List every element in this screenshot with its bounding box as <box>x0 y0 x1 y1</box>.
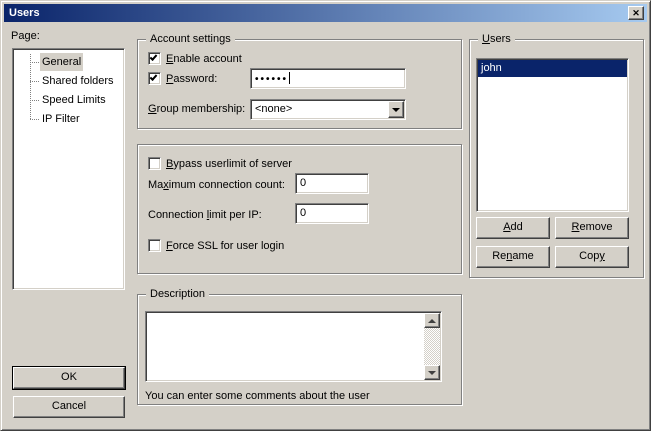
account-settings-title: Account settings <box>146 33 235 46</box>
users-dialog: Users ✕ Page: General Shared folders Spe… <box>0 0 651 431</box>
max-connections-label: Maximum connection count: <box>148 179 285 192</box>
tree-item-label: Shared folders <box>40 72 116 90</box>
tree-item-shared-folders[interactable]: Shared folders <box>13 72 124 91</box>
force-ssl-checkbox[interactable] <box>148 239 161 252</box>
password-label: Password: <box>166 73 217 86</box>
scroll-track[interactable] <box>424 328 440 365</box>
user-name: john <box>481 62 502 74</box>
description-textarea[interactable] <box>145 311 442 382</box>
close-button[interactable]: ✕ <box>628 6 644 20</box>
scroll-up-button[interactable] <box>424 313 440 328</box>
description-title: Description <box>146 288 209 301</box>
tree-item-ip-filter[interactable]: IP Filter <box>13 110 124 129</box>
password-dots: •••••• <box>255 74 288 85</box>
enable-account-label: Enable account <box>166 53 242 66</box>
page-tree: General Shared folders Speed Limits IP F… <box>12 48 125 290</box>
description-hint: You can enter some comments about the us… <box>145 390 370 403</box>
max-connections-value: 0 <box>300 177 306 189</box>
description-scrollbar[interactable] <box>424 313 440 380</box>
arrow-up-icon <box>428 319 436 323</box>
checkmark-icon <box>150 53 158 61</box>
tree-item-label: IP Filter <box>40 110 82 128</box>
list-item-user[interactable]: john <box>478 60 627 77</box>
arrow-down-icon <box>428 371 436 375</box>
tree-item-general[interactable]: General <box>13 53 124 72</box>
users-title: Users <box>478 33 515 46</box>
title-bar[interactable]: Users ✕ <box>4 4 647 22</box>
tree-item-label: Speed Limits <box>40 91 108 109</box>
description-group: Description You can enter some comments … <box>137 294 462 405</box>
dropdown-button[interactable] <box>388 101 404 118</box>
max-connections-input[interactable]: 0 <box>295 173 369 194</box>
password-checkbox[interactable] <box>148 72 161 85</box>
cancel-button[interactable]: Cancel <box>13 396 125 418</box>
tree-item-speed-limits[interactable]: Speed Limits <box>13 91 124 110</box>
tree-item-label: General <box>40 53 83 71</box>
scroll-down-button[interactable] <box>424 365 440 380</box>
limits-group: Bypass userlimit of server Maximum conne… <box>137 144 462 274</box>
page-label: Page: <box>11 30 40 43</box>
rename-button[interactable]: Rename <box>476 246 550 268</box>
users-group: Users john Add Remove Rename Copy <box>469 39 644 278</box>
ip-limit-value: 0 <box>300 207 306 219</box>
group-membership-value: <none> <box>255 103 292 116</box>
remove-button[interactable]: Remove <box>555 217 629 239</box>
copy-button[interactable]: Copy <box>555 246 629 268</box>
ip-limit-input[interactable]: 0 <box>295 203 369 224</box>
group-membership-label: Group membership: <box>148 103 245 116</box>
text-caret <box>289 72 290 84</box>
checkmark-icon <box>150 73 158 81</box>
ip-limit-label: Connection limit per IP: <box>148 209 262 222</box>
chevron-down-icon <box>392 108 400 112</box>
bypass-userlimit-checkbox[interactable] <box>148 157 161 170</box>
window-title: Users <box>9 7 40 19</box>
force-ssl-label: Force SSL for user login <box>166 240 284 253</box>
add-button[interactable]: Add <box>476 217 550 239</box>
ok-button[interactable]: OK <box>13 367 125 389</box>
account-settings-group: Account settings Enable account Password… <box>137 39 462 129</box>
enable-account-checkbox[interactable] <box>148 52 161 65</box>
bypass-userlimit-label: Bypass userlimit of server <box>166 158 292 171</box>
close-icon: ✕ <box>632 8 640 18</box>
password-input[interactable]: •••••• <box>250 68 406 89</box>
group-membership-select[interactable]: <none> <box>250 99 406 120</box>
users-listbox[interactable]: john <box>476 58 629 212</box>
